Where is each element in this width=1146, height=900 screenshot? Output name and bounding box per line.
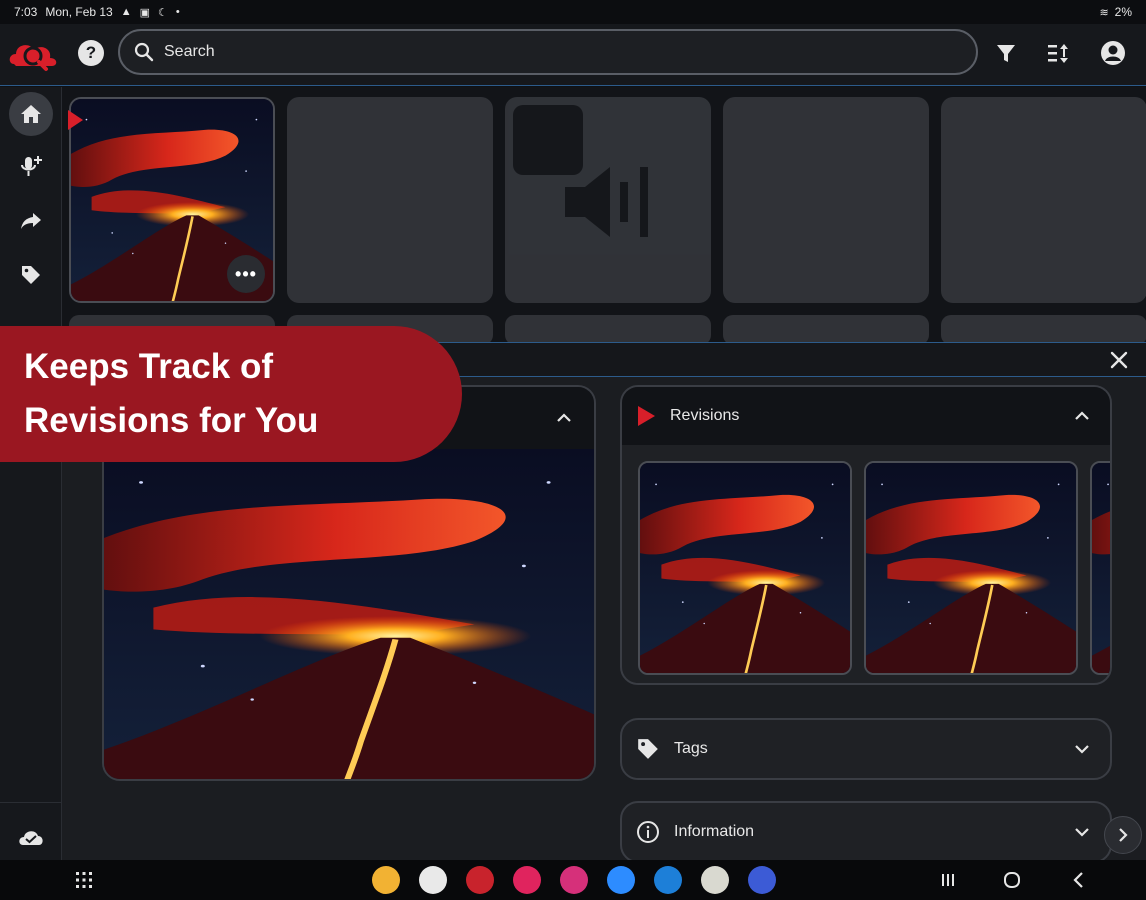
warning-icon: ▲ <box>120 6 132 18</box>
tags-header[interactable]: Tags <box>622 720 1110 778</box>
chevron-up-icon[interactable] <box>1074 411 1090 421</box>
sidebar-item-tags[interactable] <box>9 253 53 297</box>
info-icon <box>637 821 659 843</box>
gallery-tile-audio[interactable] <box>505 97 711 303</box>
sort-icon <box>1048 44 1068 63</box>
revision-image <box>1092 463 1110 673</box>
app-bar: ? <box>0 24 1146 86</box>
revision-image <box>640 463 850 673</box>
home-circle-icon <box>1004 872 1020 888</box>
promo-text: Keeps Track of Revisions for You <box>24 347 319 440</box>
photo-icon: ▣ <box>139 6 151 19</box>
cloud-done-icon <box>19 831 43 845</box>
revision-thumbnail[interactable] <box>1090 461 1110 675</box>
preview-image[interactable] <box>104 449 596 781</box>
close-button[interactable] <box>1106 347 1132 373</box>
help-icon[interactable]: ? <box>78 40 104 66</box>
media-gallery: ••• <box>62 87 1146 342</box>
slack-app-icon[interactable] <box>419 866 447 894</box>
plant-app-app-icon[interactable] <box>701 866 729 894</box>
revisions-section: Revisions <box>620 385 1112 685</box>
information-header[interactable]: Information <box>622 803 1110 861</box>
chevron-down-icon[interactable] <box>1074 827 1090 837</box>
gallery-tile-bottles[interactable] <box>941 97 1146 303</box>
mic-add-icon <box>21 156 42 176</box>
selected-marker-icon <box>68 110 83 130</box>
next-item-button[interactable] <box>1104 816 1142 854</box>
home-nav-button[interactable] <box>1000 868 1024 892</box>
zoom-app-icon[interactable] <box>607 866 635 894</box>
sidebar-item-voice[interactable] <box>9 144 53 188</box>
tag-icon <box>22 266 40 284</box>
share-arrow-icon <box>21 213 41 229</box>
battery-level: 2% <box>1114 5 1132 19</box>
gallery-tile-document[interactable] <box>287 97 493 303</box>
gallery-tile-row2[interactable] <box>723 315 929 342</box>
revisions-list <box>622 445 1110 683</box>
taskbar <box>0 860 1146 900</box>
sidebar-item-home[interactable] <box>9 92 53 136</box>
app-drawer-button[interactable] <box>72 868 96 892</box>
sidebar-divider <box>0 802 62 803</box>
revision-thumbnail[interactable] <box>864 461 1078 675</box>
status-time: 7:03 <box>14 5 38 19</box>
account-button[interactable] <box>1098 38 1128 68</box>
gallery-tile-row2[interactable] <box>505 315 711 342</box>
chevron-up-icon[interactable] <box>556 413 572 423</box>
tags-title: Tags <box>674 740 708 757</box>
gallery-tile-row2[interactable] <box>941 315 1146 342</box>
recents-button[interactable] <box>936 868 960 892</box>
gallery-tile-volcano[interactable]: ••• <box>69 97 275 303</box>
sidebar-item-shared[interactable] <box>9 199 53 243</box>
more-options-icon[interactable]: ••• <box>227 255 265 293</box>
files-app-icon[interactable] <box>372 866 400 894</box>
back-icon <box>1073 872 1083 888</box>
promo-banner: Keeps Track of Revisions for You <box>0 326 462 462</box>
wifi-icon: ≋ <box>1099 6 1109 19</box>
sort-button[interactable] <box>1044 38 1074 68</box>
search-icon <box>134 42 154 62</box>
sidebar <box>0 87 62 860</box>
close-icon <box>1110 351 1128 369</box>
filter-icon <box>997 45 1015 62</box>
status-bar: 7:03 Mon, Feb 13 ▲ ▣ ☾ • ≋ 2% <box>0 0 1146 24</box>
grid-icon <box>76 872 92 888</box>
speaker-icon <box>513 105 648 237</box>
gallery-tile-cougar[interactable] <box>723 97 929 303</box>
play-triangle-icon <box>638 406 655 426</box>
cloud-app-app-icon[interactable] <box>466 866 494 894</box>
filter-button[interactable] <box>991 38 1021 68</box>
search-input[interactable] <box>164 43 944 61</box>
revision-image <box>866 463 1076 673</box>
tag-icon <box>638 739 658 759</box>
chevron-right-icon <box>1119 828 1128 842</box>
search-bar[interactable] <box>118 29 978 75</box>
app-logo[interactable] <box>6 34 60 74</box>
information-section: Information <box>620 801 1112 863</box>
camera-app-app-icon[interactable] <box>513 866 541 894</box>
back-button[interactable] <box>1066 868 1090 892</box>
moon-icon: ☾ <box>158 6 168 19</box>
settings-app-icon[interactable] <box>748 866 776 894</box>
sidebar-item-cloud-sync[interactable] <box>9 815 53 859</box>
information-title: Information <box>674 823 755 840</box>
account-icon <box>1101 41 1125 65</box>
recents-icon <box>942 874 954 886</box>
status-date: Mon, Feb 13 <box>45 5 113 19</box>
home-icon <box>21 105 41 123</box>
revisions-header[interactable]: Revisions <box>622 387 1110 445</box>
revisions-title: Revisions <box>670 407 740 424</box>
chevron-down-icon[interactable] <box>1074 744 1090 754</box>
s-app-app-icon[interactable] <box>654 866 682 894</box>
dot-icon: • <box>175 6 180 18</box>
revision-thumbnail[interactable] <box>638 461 852 675</box>
flower-app-app-icon[interactable] <box>560 866 588 894</box>
tags-section: Tags <box>620 718 1112 780</box>
